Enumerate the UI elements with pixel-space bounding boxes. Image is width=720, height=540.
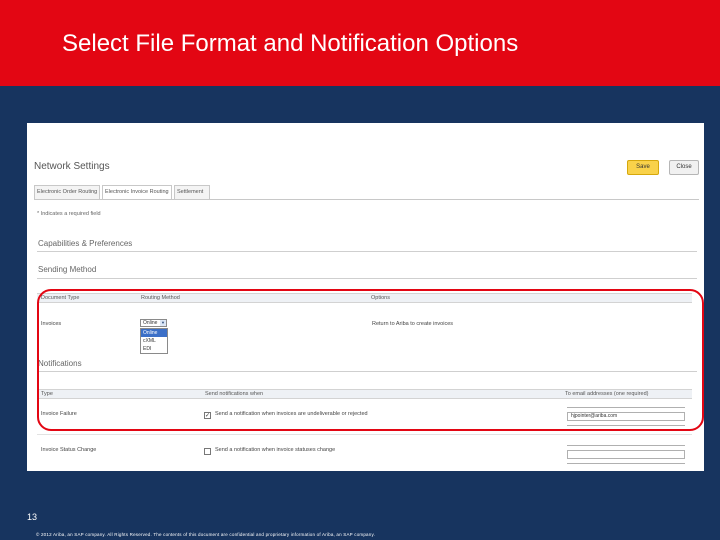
status-change-checkbox[interactable]	[204, 448, 211, 455]
save-button[interactable]: Save	[627, 160, 659, 175]
tab-order-routing[interactable]: Electronic Order Routing	[34, 185, 100, 199]
highlight-callout	[37, 289, 704, 431]
tab-settlement[interactable]: Settlement	[174, 185, 210, 199]
required-field-note: * Indicates a required field	[37, 211, 101, 217]
notification-condition-cell: Send a notification when invoice statuse…	[215, 447, 336, 453]
page-title: Network Settings	[34, 161, 110, 172]
slide-title: Select File Format and Notification Opti…	[62, 30, 519, 57]
slide-number: 13	[27, 512, 38, 522]
email-field-bottom	[567, 463, 685, 464]
capabilities-heading: Capabilities & Preferences	[38, 239, 133, 248]
row-divider	[37, 434, 692, 435]
email-field-top	[567, 445, 685, 446]
slide-header: Select File Format and Notification Opti…	[0, 0, 720, 86]
notification-type-cell: Invoice Status Change	[41, 447, 97, 453]
section-divider	[37, 251, 697, 252]
sending-method-heading: Sending Method	[38, 265, 97, 274]
tab-invoice-routing[interactable]: Electronic Invoice Routing	[102, 185, 172, 199]
tab-divider	[34, 199, 699, 200]
copyright-footer: © 2012 Ariba, an SAP company. All Rights…	[36, 532, 376, 537]
close-button[interactable]: Close	[669, 160, 699, 175]
email-field-status[interactable]	[567, 450, 685, 459]
section-divider	[37, 278, 697, 279]
